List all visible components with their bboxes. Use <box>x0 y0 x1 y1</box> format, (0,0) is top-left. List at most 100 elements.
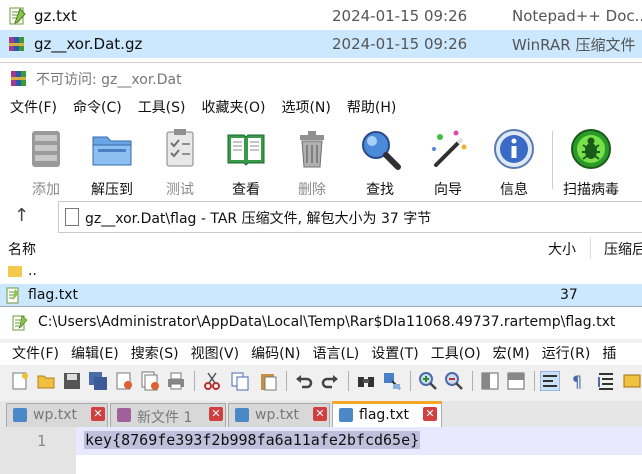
tab-flag-txt[interactable]: flag.txt ✕ <box>332 401 442 430</box>
explorer-row-gz-txt[interactable]: gz.txt 2024-01-15 09:26 Notepad++ Doc... <box>0 2 642 30</box>
tab-close-icon[interactable]: ✕ <box>91 407 105 421</box>
view-button[interactable]: 查看 <box>216 125 276 199</box>
file-tab-icon <box>13 408 27 422</box>
menu-file[interactable]: 文件(F) <box>12 343 59 365</box>
menu-edit[interactable]: 编辑(E) <box>71 343 119 365</box>
extract-to-label: 解压到 <box>91 182 133 198</box>
file-tab-icon <box>235 408 249 422</box>
menu-commands[interactable]: 命令(C) <box>73 97 122 119</box>
line-number-gutter: 1 <box>0 427 76 474</box>
tab-wp-txt-2[interactable]: wp.txt ✕ <box>228 403 330 428</box>
explorer-row-gz-xor-dat-gz[interactable]: gz__xor.Dat.gz 2024-01-15 09:26 WinRAR 压… <box>0 30 642 58</box>
tab-close-icon[interactable]: ✕ <box>209 407 223 421</box>
wizard-label: 向导 <box>434 182 462 198</box>
notepadpp-toolbar: ¶ <box>0 367 642 395</box>
menu-settings[interactable]: 设置(T) <box>371 343 418 365</box>
menu-tools[interactable]: 工具(S) <box>138 97 186 119</box>
add-button[interactable]: 添加 <box>16 125 76 199</box>
cut-icon[interactable] <box>202 371 222 391</box>
open-folder-icon[interactable] <box>36 371 56 391</box>
menu-file[interactable]: 文件(F) <box>10 97 57 119</box>
find-binoculars-icon[interactable] <box>356 371 376 391</box>
extract-to-button[interactable]: 解压到 <box>82 125 142 199</box>
menu-language[interactable]: 语言(L) <box>313 343 360 365</box>
delete-button[interactable]: 删除 <box>282 125 342 199</box>
editor-text-line-1[interactable]: key{8769fe393f2b998fa6a11afe2bfcd65e} <box>84 431 421 449</box>
close-all-icon[interactable] <box>140 371 160 391</box>
column-divider[interactable] <box>590 237 591 259</box>
test-label: 测试 <box>166 182 194 198</box>
toolbar-separator <box>472 371 473 391</box>
list-item-flag-txt[interactable]: flag.txt 37 <box>0 284 642 308</box>
tab-close-icon[interactable]: ✕ <box>423 407 437 421</box>
indent-guide-icon[interactable] <box>596 371 616 391</box>
column-packed[interactable]: 压缩后 <box>604 239 642 259</box>
menu-favorites[interactable]: 收藏夹(O) <box>202 97 266 119</box>
menu-run[interactable]: 运行(R) <box>542 343 591 365</box>
winrar-address-bar: ↑ gz__xor.Dat\flag - TAR 压缩文件, 解包大小为 37 … <box>0 201 642 233</box>
menu-help[interactable]: 帮助(H) <box>347 97 396 119</box>
tab-wp-txt-1[interactable]: wp.txt ✕ <box>6 403 108 428</box>
file-list-header: 名称 大小 压缩后 <box>0 237 642 259</box>
close-file-icon[interactable] <box>114 371 134 391</box>
info-label: 信息 <box>500 182 528 198</box>
menu-view[interactable]: 视图(V) <box>191 343 240 365</box>
notepadpp-titlebar[interactable]: C:\Users\Administrator\AppData\Local\Tem… <box>0 307 642 339</box>
sync-horizontal-icon[interactable] <box>506 371 526 391</box>
column-size[interactable]: 大小 <box>548 239 576 259</box>
save-all-icon[interactable] <box>88 371 108 391</box>
tab-close-icon[interactable]: ✕ <box>313 407 327 421</box>
replace-icon[interactable] <box>382 371 402 391</box>
menu-tools[interactable]: 工具(O) <box>431 343 481 365</box>
tab-label: flag.txt <box>359 407 409 423</box>
scan-virus-button[interactable]: 扫描病毒 <box>561 125 621 199</box>
notepadpp-tab-bar: wp.txt ✕ 新文件 1 ✕ wp.txt ✕ flag.txt ✕ <box>0 401 642 430</box>
file-tab-icon <box>339 408 353 422</box>
copy-icon[interactable] <box>230 371 250 391</box>
wizard-button[interactable]: 向导 <box>418 125 478 199</box>
menu-encoding[interactable]: 编码(N) <box>251 343 300 365</box>
winrar-toolbar: 添加 解压到 测试 查看 删除 查找 向导 信息 扫描病毒 <box>0 125 642 198</box>
save-icon[interactable] <box>62 371 82 391</box>
info-icon <box>494 129 534 169</box>
list-item-name: .. <box>28 263 37 279</box>
find-label: 查找 <box>366 182 394 198</box>
explorer-file-date: 2024-01-15 09:26 <box>332 35 468 53</box>
new-file-icon[interactable] <box>10 371 30 391</box>
find-button[interactable]: 查找 <box>350 125 410 199</box>
column-name[interactable]: 名称 <box>8 239 36 259</box>
toolbar-separator <box>552 131 553 189</box>
list-item-parent-folder[interactable]: .. <box>0 260 642 284</box>
delete-label: 删除 <box>298 182 326 198</box>
menu-search[interactable]: 搜索(S) <box>131 343 179 365</box>
wizard-wand-icon <box>432 130 467 167</box>
notepadpp-menubar: 文件(F) 编辑(E) 搜索(S) 视图(V) 编码(N) 语言(L) 设置(T… <box>0 343 642 365</box>
winrar-archive-icon <box>9 37 24 51</box>
tab-label: wp.txt <box>255 407 300 423</box>
editor-area[interactable]: 1 key{8769fe393f2b998fa6a11afe2bfcd65e} <box>0 427 642 474</box>
zoom-in-icon[interactable] <box>418 371 438 391</box>
doc-map-icon[interactable] <box>622 371 642 391</box>
print-icon[interactable] <box>166 371 186 391</box>
tab-new-file-1[interactable]: 新文件 1 ✕ <box>110 403 226 428</box>
show-all-chars-icon[interactable]: ¶ <box>568 371 588 391</box>
info-button[interactable]: 信息 <box>484 125 544 199</box>
virus-scan-bug-icon <box>571 129 611 169</box>
explorer-file-date: 2024-01-15 09:26 <box>332 7 468 25</box>
word-wrap-icon[interactable] <box>540 371 560 391</box>
menu-options[interactable]: 选项(N) <box>281 97 330 119</box>
toolbar-separator <box>534 371 535 391</box>
redo-icon[interactable] <box>320 371 340 391</box>
undo-icon[interactable] <box>294 371 314 391</box>
notepadpp-file-icon <box>9 7 26 25</box>
up-arrow-icon[interactable]: ↑ <box>14 205 29 226</box>
extract-folder-icon <box>92 136 132 166</box>
sync-vertical-icon[interactable] <box>480 371 500 391</box>
winrar-titlebar[interactable]: 不可访问: gz__xor.Dat <box>0 63 642 93</box>
test-button[interactable]: 测试 <box>150 125 210 199</box>
paste-icon[interactable] <box>258 371 278 391</box>
zoom-out-icon[interactable] <box>444 371 464 391</box>
menu-macro[interactable]: 宏(M) <box>493 343 530 365</box>
archive-path-field[interactable]: gz__xor.Dat\flag - TAR 压缩文件, 解包大小为 37 字节 <box>58 201 642 233</box>
menu-plugins[interactable]: 插 <box>602 343 616 365</box>
